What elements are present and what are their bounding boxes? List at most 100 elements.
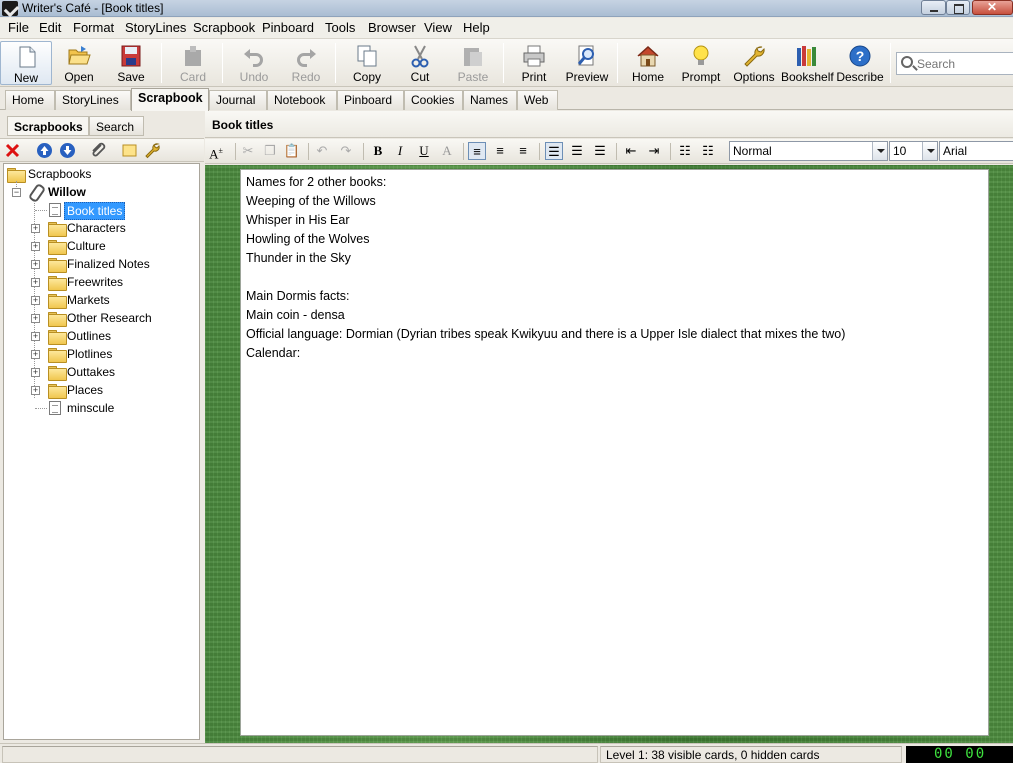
paste-small-icon[interactable]: 📋 bbox=[283, 142, 301, 160]
line-spacing-icon[interactable]: ☰ bbox=[568, 142, 586, 160]
tree-item-minscule[interactable]: minscule bbox=[6, 400, 196, 417]
italic-icon[interactable]: I bbox=[391, 142, 409, 160]
bold-icon[interactable]: B bbox=[369, 142, 387, 160]
expand-icon[interactable]: + bbox=[31, 332, 40, 341]
new-button[interactable]: New bbox=[0, 41, 52, 85]
redo-small-icon[interactable]: ↷ bbox=[337, 142, 355, 160]
bookshelf-button[interactable]: Bookshelf bbox=[781, 41, 834, 85]
move-down-icon[interactable] bbox=[59, 142, 76, 159]
tab-home[interactable]: Home bbox=[5, 90, 55, 110]
paste-button[interactable]: Paste bbox=[447, 41, 499, 85]
numbered-list-icon[interactable]: ☷ bbox=[699, 142, 717, 160]
menu-format[interactable]: Format bbox=[73, 20, 114, 35]
expand-icon[interactable]: + bbox=[31, 260, 40, 269]
font-size-icon[interactable]: A± bbox=[207, 142, 225, 161]
cut-small-icon[interactable]: ✂ bbox=[239, 142, 257, 160]
single-spacing-icon[interactable]: ☰ bbox=[545, 142, 563, 160]
card-button[interactable]: Card bbox=[167, 41, 219, 85]
save-button[interactable]: Save bbox=[105, 41, 157, 85]
expand-icon[interactable]: + bbox=[31, 386, 40, 395]
options-button[interactable]: Options bbox=[728, 41, 780, 85]
tree-item-outtakes[interactable]: + Outtakes bbox=[6, 364, 196, 381]
move-up-icon[interactable] bbox=[36, 142, 53, 159]
tree-item-plotlines[interactable]: + Plotlines bbox=[6, 346, 196, 363]
menu-pinboard[interactable]: Pinboard bbox=[262, 20, 314, 35]
bookshelf-label: Bookshelf bbox=[781, 70, 834, 84]
tree-item-outlines[interactable]: + Outlines bbox=[6, 328, 196, 345]
tree-root[interactable]: Scrapbooks bbox=[6, 166, 196, 183]
describe-button[interactable]: ? Describe bbox=[834, 41, 886, 85]
minimize-button[interactable] bbox=[921, 0, 946, 15]
redo-button[interactable]: Redo bbox=[280, 41, 332, 85]
expand-icon[interactable]: + bbox=[31, 350, 40, 359]
undo-button[interactable]: Undo bbox=[228, 41, 280, 85]
text-color-icon[interactable]: A bbox=[438, 142, 456, 160]
expand-icon[interactable]: + bbox=[31, 368, 40, 377]
delete-icon[interactable] bbox=[4, 142, 21, 159]
menu-help[interactable]: Help bbox=[463, 20, 490, 35]
chevron-down-icon[interactable] bbox=[872, 142, 887, 160]
expand-icon[interactable]: + bbox=[31, 314, 40, 323]
search-input[interactable] bbox=[917, 55, 1009, 72]
menu-storylines[interactable]: StoryLines bbox=[125, 20, 186, 35]
tab-cookies[interactable]: Cookies bbox=[404, 90, 463, 110]
menu-tools[interactable]: Tools bbox=[325, 20, 355, 35]
settings-wrench-icon[interactable] bbox=[144, 142, 161, 159]
text-editor[interactable]: Names for 2 other books: Weeping of the … bbox=[240, 169, 989, 736]
tree-item-markets[interactable]: + Markets bbox=[6, 292, 196, 309]
tab-web[interactable]: Web bbox=[517, 90, 558, 110]
font-size-dropdown[interactable]: 10 bbox=[889, 141, 938, 161]
underline-icon[interactable]: U bbox=[415, 142, 433, 160]
home-button[interactable]: Home bbox=[622, 41, 674, 85]
outdent-icon[interactable]: ⇤ bbox=[622, 142, 640, 160]
attach-icon[interactable] bbox=[90, 142, 107, 159]
cut-button[interactable]: Cut bbox=[394, 41, 446, 85]
align-center-icon[interactable]: ≡ bbox=[491, 142, 509, 160]
menu-view[interactable]: View bbox=[424, 20, 452, 35]
tab-scrapbook[interactable]: Scrapbook bbox=[131, 88, 209, 111]
font-family-dropdown[interactable]: Arial bbox=[939, 141, 1013, 161]
tree-item-culture[interactable]: + Culture bbox=[6, 238, 196, 255]
new-card-icon[interactable] bbox=[121, 142, 138, 159]
preview-button[interactable]: Preview bbox=[561, 41, 613, 85]
tab-storylines[interactable]: StoryLines bbox=[55, 90, 131, 110]
search-box[interactable] bbox=[896, 52, 1013, 75]
expand-icon[interactable]: + bbox=[31, 296, 40, 305]
expand-icon[interactable]: + bbox=[31, 278, 40, 287]
style-dropdown[interactable]: Normal bbox=[729, 141, 888, 161]
tab-pinboard[interactable]: Pinboard bbox=[337, 90, 404, 110]
copy-small-icon[interactable]: ❐ bbox=[261, 142, 279, 160]
copy-button[interactable]: Copy bbox=[341, 41, 393, 85]
menu-browser[interactable]: Browser bbox=[368, 20, 416, 35]
undo-small-icon[interactable]: ↶ bbox=[313, 142, 331, 160]
print-button[interactable]: Print bbox=[508, 41, 560, 85]
app-icon[interactable] bbox=[2, 1, 18, 16]
menu-edit[interactable]: Edit bbox=[39, 20, 61, 35]
menu-scrapbook[interactable]: Scrapbook bbox=[193, 20, 255, 35]
menu-file[interactable]: File bbox=[8, 20, 29, 35]
tree-item-finalized-notes[interactable]: + Finalized Notes bbox=[6, 256, 196, 273]
tree-item-characters[interactable]: + Characters bbox=[6, 220, 196, 237]
sidebar-tab-scrapbooks[interactable]: Scrapbooks bbox=[7, 116, 89, 136]
tree-item-places[interactable]: + Places bbox=[6, 382, 196, 399]
expand-icon[interactable]: + bbox=[31, 224, 40, 233]
sidebar-tab-search[interactable]: Search bbox=[89, 116, 144, 136]
tab-names[interactable]: Names bbox=[463, 90, 517, 110]
maximize-button[interactable] bbox=[946, 0, 970, 15]
expand-icon[interactable]: + bbox=[31, 242, 40, 251]
collapse-icon[interactable]: − bbox=[12, 188, 21, 197]
open-button[interactable]: Open bbox=[53, 41, 105, 85]
align-right-icon[interactable]: ≡ bbox=[514, 142, 532, 160]
prompt-button[interactable]: Prompt bbox=[675, 41, 727, 85]
chevron-down-icon[interactable] bbox=[922, 142, 937, 160]
tree-item-book-titles[interactable]: Book titles bbox=[6, 202, 196, 220]
double-spacing-icon[interactable]: ☰ bbox=[591, 142, 609, 160]
close-button[interactable] bbox=[972, 0, 1013, 15]
tree-item-freewrites[interactable]: + Freewrites bbox=[6, 274, 196, 291]
tab-notebook[interactable]: Notebook bbox=[267, 90, 337, 110]
tab-journal[interactable]: Journal bbox=[209, 90, 267, 110]
tree-item-other-research[interactable]: + Other Research bbox=[6, 310, 196, 327]
indent-icon[interactable]: ⇥ bbox=[645, 142, 663, 160]
align-left-icon[interactable]: ≡ bbox=[468, 142, 486, 160]
bullet-list-icon[interactable]: ☷ bbox=[676, 142, 694, 160]
